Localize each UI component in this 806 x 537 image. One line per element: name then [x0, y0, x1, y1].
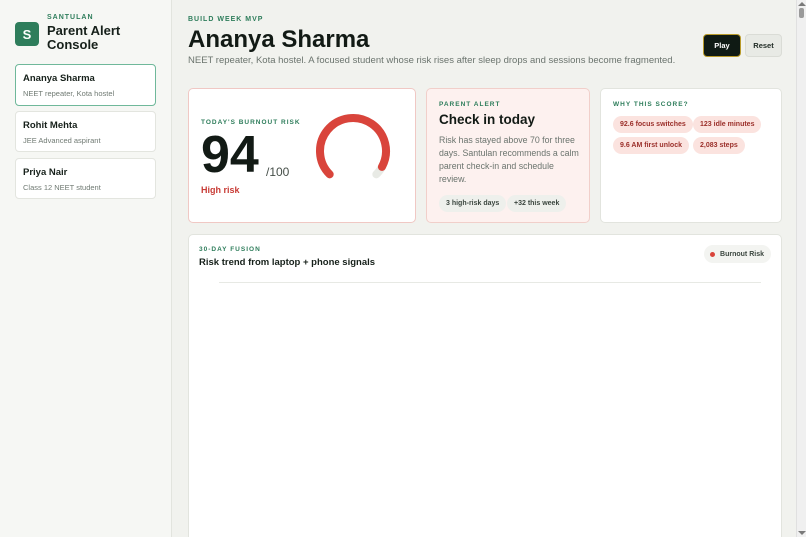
sidebar: S SANTULAN Parent Alert Console Ananya S…	[0, 0, 172, 537]
scroll-thumb[interactable]	[799, 8, 804, 18]
reset-button[interactable]: Reset	[745, 34, 782, 57]
scroll-down-icon[interactable]	[798, 531, 806, 535]
student-card-priya[interactable]: Priya Nair Class 12 NEET student	[15, 158, 156, 199]
student-card-rohit[interactable]: Rohit Mehta JEE Advanced aspirant	[15, 111, 156, 152]
parent-alert-card: PARENT ALERT Check in today Risk has sta…	[426, 88, 590, 223]
burnout-risk-card: TODAY'S BURNOUT RISK 94 /100 High risk	[188, 88, 416, 223]
why-pill-focus-switches: 92.6 focus switches	[613, 116, 693, 133]
why-pill-idle-minutes: 123 idle minutes	[693, 116, 762, 133]
legend-label: Burnout Risk	[720, 250, 764, 258]
trend-legend: Burnout Risk	[704, 245, 771, 263]
student-name: Rohit Mehta	[23, 120, 78, 131]
gauge-fill	[316, 114, 390, 179]
page-description: NEET repeater, Kota hostel. A focused st…	[188, 55, 676, 66]
page-title: Ananya Sharma	[188, 26, 370, 53]
trend-kicker: 30-DAY FUSION	[199, 246, 261, 253]
student-subtitle: Class 12 NEET student	[23, 183, 101, 192]
brand-title: Parent Alert Console	[47, 23, 121, 52]
risk-gauge	[316, 114, 390, 179]
risk-score: 94	[201, 126, 259, 184]
alert-kicker: PARENT ALERT	[439, 101, 501, 108]
page-scrollbar[interactable]	[796, 0, 806, 537]
why-score-card: WHY THIS SCORE? 92.6 focus switches 123 …	[600, 88, 782, 223]
page-eyebrow: BUILD WEEK MVP	[188, 16, 264, 23]
trend-gridline	[219, 282, 761, 283]
scroll-up-icon[interactable]	[798, 2, 806, 6]
why-pill-first-unlock: 9.6 AM first unlock	[613, 137, 689, 154]
brand: S SANTULAN Parent Alert Console	[15, 14, 137, 52]
risk-kicker: TODAY'S BURNOUT RISK	[201, 119, 301, 126]
alert-pill-weekly-change: +32 this week	[507, 195, 567, 212]
risk-level: High risk	[201, 185, 240, 195]
alert-title: Check in today	[439, 112, 536, 127]
brand-kicker: SANTULAN	[47, 14, 94, 21]
student-name: Priya Nair	[23, 167, 68, 178]
why-pill-steps: 2,083 steps	[693, 137, 745, 154]
student-subtitle: NEET repeater, Kota hostel	[23, 89, 115, 98]
student-subtitle: JEE Advanced aspirant	[23, 136, 101, 145]
student-name: Ananya Sharma	[23, 73, 95, 84]
student-card-ananya[interactable]: Ananya Sharma NEET repeater, Kota hostel	[15, 64, 156, 106]
alert-body: Risk has stayed above 70 for three days.…	[439, 135, 579, 184]
main-content: BUILD WEEK MVP Ananya Sharma NEET repeat…	[173, 0, 796, 537]
play-button[interactable]: Play	[703, 34, 741, 57]
alert-pill-high-risk-days: 3 high-risk days	[439, 195, 507, 212]
why-kicker: WHY THIS SCORE?	[613, 101, 689, 108]
legend-dot-icon	[710, 251, 716, 257]
trend-title: Risk trend from laptop + phone signals	[199, 257, 376, 268]
brand-logo: S	[15, 22, 39, 46]
risk-max: /100	[266, 165, 290, 179]
risk-trend-panel: 30-DAY FUSION Risk trend from laptop + p…	[188, 234, 782, 537]
